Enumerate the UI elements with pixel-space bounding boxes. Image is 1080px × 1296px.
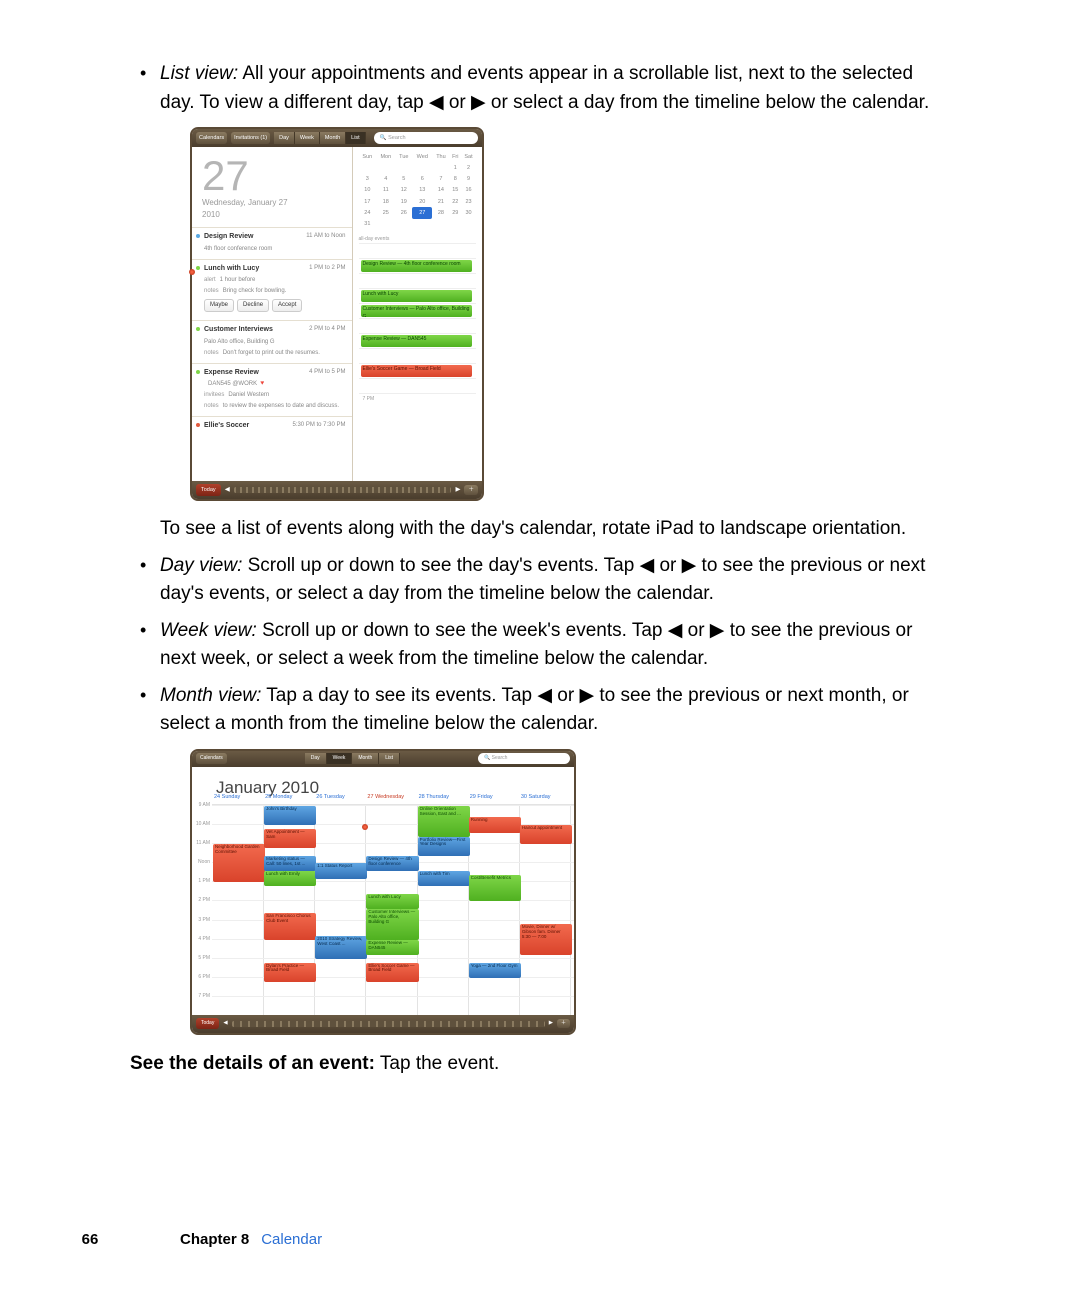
day-view-text: Scroll up or down to see the day's event… bbox=[160, 555, 925, 605]
week-grid[interactable]: 24 Sunday25 Monday26 Tuesday27 Wednesday… bbox=[212, 804, 574, 1015]
month-view-text: Tap a day to see its events. Tap ◀ or ▶ … bbox=[160, 685, 909, 735]
date-line: Wednesday, January 27 bbox=[202, 197, 342, 209]
view-segments[interactable]: DayWeekMonthList bbox=[274, 132, 366, 143]
calendars-button[interactable]: Calendars bbox=[196, 753, 227, 764]
bullet-week-view: Week view: Scroll up or down to see the … bbox=[130, 617, 950, 674]
invitations-button[interactable]: Invitations (1) bbox=[231, 132, 270, 143]
date-year: 2010 bbox=[202, 209, 342, 221]
mini-calendar[interactable]: SunMonTueWedThuFriSat1234567891011121314… bbox=[359, 151, 477, 230]
document-page: List view: All your appointments and eve… bbox=[0, 0, 1080, 1296]
fig1-toolbar: Calendars Invitations (1) DayWeekMonthLi… bbox=[192, 129, 482, 147]
prev-arrow-icon[interactable]: ◀ bbox=[223, 1019, 227, 1027]
week-view-text: Scroll up or down to see the week's even… bbox=[160, 620, 912, 670]
bullet-day-view: Day view: Scroll up or down to see the d… bbox=[130, 552, 950, 609]
view-segments[interactable]: DayWeekMonthList bbox=[305, 753, 400, 764]
day-schedule-pane: SunMonTueWedThuFriSat1234567891011121314… bbox=[353, 147, 483, 481]
section-label: Calendar bbox=[261, 1231, 322, 1248]
timeline-scrubber[interactable] bbox=[234, 487, 452, 493]
today-button[interactable]: Today bbox=[196, 1018, 219, 1030]
add-event-button[interactable]: ＋ bbox=[464, 485, 478, 495]
current-time-indicator bbox=[189, 269, 195, 275]
figure-week-view: Calendars DayWeekMonthList 🔍 Search Janu… bbox=[160, 749, 950, 1035]
big-date-number: 27 bbox=[202, 155, 342, 197]
bullet-list-view: List view: All your appointments and eve… bbox=[130, 60, 950, 544]
today-button[interactable]: Today bbox=[196, 484, 221, 496]
rotate-note: To see a list of events along with the d… bbox=[160, 515, 950, 544]
search-field[interactable]: 🔍 Search bbox=[478, 753, 570, 764]
fig2-toolbar: Calendars DayWeekMonthList 🔍 Search bbox=[192, 751, 574, 767]
calendars-button[interactable]: Calendars bbox=[196, 132, 227, 143]
chapter-label: Chapter 8 bbox=[180, 1231, 249, 1248]
add-event-button[interactable]: ＋ bbox=[557, 1019, 570, 1029]
search-field[interactable]: 🔍 Search bbox=[374, 132, 478, 143]
figure-list-view: Calendars Invitations (1) DayWeekMonthLi… bbox=[160, 127, 950, 501]
bullet-list: List view: All your appointments and eve… bbox=[130, 60, 950, 1035]
see-details-line: See the details of an event: Tap the eve… bbox=[130, 1053, 950, 1075]
ipad-calendar-list-view: Calendars Invitations (1) DayWeekMonthLi… bbox=[190, 127, 484, 501]
see-details-bold: See the details of an event: bbox=[130, 1053, 375, 1074]
allday-label: all-day events bbox=[359, 236, 477, 244]
month-view-label: Month view: bbox=[160, 685, 261, 706]
next-arrow-icon[interactable]: ▶ bbox=[455, 485, 460, 495]
see-details-rest: Tap the event. bbox=[375, 1053, 499, 1074]
list-view-label: List view: bbox=[160, 63, 238, 84]
ipad-calendar-week-view: Calendars DayWeekMonthList 🔍 Search Janu… bbox=[190, 749, 576, 1035]
page-number: 66 bbox=[0, 1231, 180, 1248]
timeline-scrubber[interactable] bbox=[232, 1021, 545, 1027]
list-view-text: All your appointments and events appear … bbox=[160, 63, 929, 113]
event-list-pane: 27 Wednesday, January 27 2010 11 AM to N… bbox=[192, 147, 353, 481]
prev-arrow-icon[interactable]: ◀ bbox=[225, 485, 230, 495]
page-footer: 66 Chapter 8 Calendar bbox=[0, 1231, 1080, 1248]
day-view-label: Day view: bbox=[160, 555, 242, 576]
bullet-month-view: Month view: Tap a day to see its events.… bbox=[130, 682, 950, 1035]
next-arrow-icon[interactable]: ▶ bbox=[549, 1019, 553, 1027]
week-view-label: Week view: bbox=[160, 620, 257, 641]
